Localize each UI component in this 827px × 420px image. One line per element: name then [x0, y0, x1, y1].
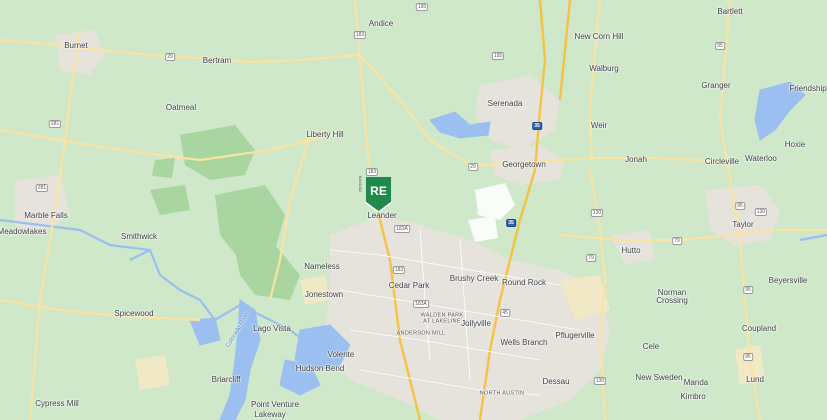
route-shield: 183: [353, 31, 367, 39]
route-shield: 195: [491, 52, 505, 60]
place-label-weir: Weir: [590, 121, 608, 130]
route-shield: 183A: [413, 300, 429, 308]
place-label-walden-park: WALDEN PARK AT LAKELINE: [420, 312, 464, 324]
place-label-circleville: Circleville: [704, 157, 740, 166]
route-shield: 130: [590, 209, 604, 217]
place-label-georgetown: Georgetown: [502, 160, 546, 169]
route-shield: 195: [415, 3, 429, 11]
place-label-burnet: Burnet: [64, 41, 88, 50]
place-label-jonah: Jonah: [625, 155, 647, 164]
place-label-manda: Manda: [683, 378, 709, 387]
place-label-cele: Cele: [642, 342, 660, 351]
place-label-cypress-mill: Cypress Mill: [35, 399, 79, 408]
route-shield: 130: [754, 208, 768, 216]
place-label-coupland: Coupland: [741, 324, 777, 333]
place-label-hoxie: Hoxie: [784, 140, 806, 149]
place-label-dessau: Dessau: [542, 377, 570, 386]
place-label-round-rock: Round Rock: [501, 278, 547, 287]
place-label-oatmeal: Oatmeal: [165, 103, 197, 112]
marker-side-label: BAGDAD: [358, 176, 362, 192]
place-label-marble-falls: Marble Falls: [24, 211, 68, 220]
place-label-taylor: Taylor: [732, 220, 754, 229]
route-shield: 29: [165, 53, 175, 61]
place-label-smithwick: Smithwick: [120, 232, 158, 241]
place-label-point-venture: Point Venture: [250, 400, 300, 409]
marker-label: RE: [370, 184, 387, 198]
place-label-pflugerville: Pflugerville: [555, 331, 595, 340]
route-shield: 95: [735, 202, 745, 210]
place-label-bartlett: Bartlett: [717, 7, 743, 16]
place-label-waterloo: Waterloo: [745, 154, 777, 163]
place-label-liberty-hill: Liberty Hill: [306, 130, 344, 139]
place-label-new-corn-hill: New Corn Hill: [574, 32, 624, 41]
place-label-north-austin: NORTH AUSTIN: [479, 390, 525, 397]
place-label-jonestown: Jonestown: [304, 290, 344, 299]
route-shield: 183: [365, 168, 379, 176]
place-label-granger: Granger: [701, 81, 731, 90]
route-shield: 95: [743, 353, 753, 361]
place-label-anderson-mill: ANDERSON MILL: [396, 330, 446, 337]
place-label-kimbro: Kimbro: [680, 392, 706, 401]
route-shield: 281: [35, 184, 49, 192]
place-label-serenada: Serenada: [487, 99, 523, 108]
route-shield: 95: [715, 42, 725, 50]
place-label-beyersville: Beyersville: [768, 276, 808, 285]
place-label-hutto: Hutto: [621, 246, 641, 255]
route-shield: 79: [672, 237, 682, 245]
place-label-brushy-creek: Brushy Creek: [449, 274, 499, 283]
place-label-jollyville: Jollyville: [461, 319, 491, 328]
map-canvas[interactable]: Bartlett Andice Burnet New Corn Hill Ber…: [0, 0, 827, 420]
place-label-volente: Volente: [327, 350, 355, 359]
place-label-lago-vista: Lago Vista: [253, 324, 291, 333]
place-label-walburg: Walburg: [589, 64, 619, 73]
place-label-hudson-bend: Hudson Bend: [295, 364, 345, 373]
place-label-new-sweden: New Sweden: [635, 373, 683, 382]
route-shield: 183A: [394, 225, 410, 233]
place-label-leander: Leander: [367, 211, 397, 220]
route-shield: 79: [586, 254, 596, 262]
route-shield: 29: [468, 163, 478, 171]
route-shield: 130: [593, 377, 607, 385]
interstate-shield: 35: [532, 122, 542, 130]
interstate-shield: 35: [506, 219, 516, 227]
place-label-lund: Lund: [746, 375, 764, 384]
map-base: [0, 0, 827, 420]
place-label-lakeway: Lakeway: [254, 410, 286, 419]
route-shield: 281: [48, 120, 62, 128]
place-label-bertram: Bertram: [202, 56, 232, 65]
place-label-friendship: Friendship: [789, 84, 827, 93]
place-label-briarcliff: Briarcliff: [211, 375, 241, 384]
place-label-meadowlakes: Meadowlakes: [0, 227, 47, 236]
place-label-spicewood: Spicewood: [114, 309, 154, 318]
route-shield: 45: [500, 309, 510, 317]
place-label-wells-branch: Wells Branch: [500, 338, 548, 347]
route-shield: 95: [743, 286, 753, 294]
place-label-nameless: Nameless: [304, 262, 340, 271]
quarry-areas: [468, 183, 515, 242]
location-marker[interactable]: RE: [365, 176, 392, 212]
place-label-norman-crossing: Norman Crossing: [656, 288, 688, 305]
place-label-cedar-park: Cedar Park: [388, 281, 430, 290]
place-label-andice: Andice: [368, 19, 394, 28]
route-shield: 183: [392, 266, 406, 274]
